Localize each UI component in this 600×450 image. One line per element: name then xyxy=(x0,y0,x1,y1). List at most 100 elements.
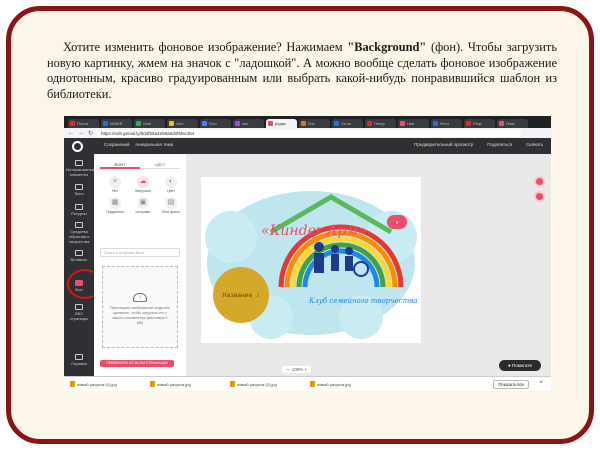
rail-icon xyxy=(75,184,83,190)
browser-tab[interactable]: Онла xyxy=(332,119,363,128)
add-page-icon[interactable] xyxy=(534,176,545,187)
browser-tab[interactable]: Почта xyxy=(68,119,99,128)
browser-tabbar: Почта МАЖЕ Web Gen Gоо ww редак Win Онла Генер Нов… xyxy=(64,116,551,128)
help-rail-label: Справка xyxy=(71,361,87,366)
browser-tab[interactable]: редак xyxy=(266,119,297,128)
show-all-button[interactable]: Показать все xyxy=(493,380,529,389)
tab-favicon-icon xyxy=(103,121,108,126)
browser-tab-label: Генер xyxy=(374,121,385,126)
rail-label: Средства обучения и творчества xyxy=(68,229,90,244)
browser-tab-label: Gen xyxy=(176,121,184,126)
browser-tab[interactable]: Win xyxy=(299,119,330,128)
download-item[interactable]: новый рисунок.jpg xyxy=(310,381,382,387)
background-option-label: Мои фоны xyxy=(162,210,180,214)
rail-label: Вставить xyxy=(70,257,88,262)
rail-label: Текст xyxy=(73,191,85,196)
tab-favicon-icon xyxy=(466,121,471,126)
browser-tab[interactable]: Генер xyxy=(365,119,396,128)
download-button[interactable]: Скачать xyxy=(526,142,543,147)
browser-tab[interactable]: Web xyxy=(134,119,165,128)
background-option[interactable]: ◐ Цвет xyxy=(158,176,184,193)
rail-item[interactable]: ВКЛ страницы xyxy=(66,304,92,321)
tab-color[interactable]: ЦВЕТ xyxy=(140,160,180,169)
help-button[interactable]: ● Помогите xyxy=(499,360,541,371)
help-rail-item[interactable]: Справка xyxy=(66,354,92,366)
background-options: × Нет ☁ Загрузить ◐ Цвет ▦ Градиенты ▣ Unsplash ▤ М… xyxy=(102,176,182,214)
saved-status: Сохранений xyxy=(104,142,130,147)
background-option-label: Нет xyxy=(111,189,119,193)
browser-tab-label: ww xyxy=(242,121,248,126)
file-icon xyxy=(310,381,315,387)
rail-item[interactable]: Текст xyxy=(66,184,92,196)
browser-tab-label: Почта xyxy=(77,121,89,126)
tab-favicon-icon xyxy=(433,121,438,126)
help-icon xyxy=(75,354,83,360)
download-item[interactable]: новый рисунок (2).jpg xyxy=(230,381,302,387)
background-option[interactable]: ▦ Градиенты xyxy=(102,197,128,214)
back-icon[interactable]: ← xyxy=(68,130,74,136)
background-option-icon: ▤ xyxy=(165,197,177,209)
canvas-area: › «Кинder Арм» Клуб семейного творчества… xyxy=(186,154,551,376)
download-item[interactable]: новый рисунок.jpg xyxy=(150,381,222,387)
browser-tab-label: Фото xyxy=(440,121,450,126)
background-option-label: Unsplash xyxy=(135,210,151,214)
browser-tab[interactable]: ww xyxy=(233,119,264,128)
tab-favicon-icon xyxy=(70,121,75,126)
background-option[interactable]: ▣ Unsplash xyxy=(130,197,156,214)
document-title[interactable]: генеральная тема xyxy=(135,142,173,147)
browser-tab-label: Нов xyxy=(407,121,415,126)
background-option-icon: ▦ xyxy=(109,197,121,209)
background-option[interactable]: ▤ Мои фоны xyxy=(158,197,184,214)
file-icon xyxy=(70,381,75,387)
slide-subtitle: Клуб семейного творчества xyxy=(308,297,417,305)
rail-icon xyxy=(75,222,83,228)
genially-logo-icon[interactable] xyxy=(72,141,83,152)
reload-icon[interactable]: ↻ xyxy=(88,130,93,137)
browser-tab[interactable]: Разр xyxy=(464,119,495,128)
tab-favicon-icon xyxy=(334,121,339,126)
rail-item[interactable]: Вставить xyxy=(66,250,92,262)
svg-text:›: › xyxy=(395,218,399,228)
upload-dropzone[interactable]: ↑ Перетащите изображение сюда или щелкни… xyxy=(102,266,178,348)
rail-item[interactable]: Интерактивные элементы xyxy=(66,160,95,177)
file-icon xyxy=(230,381,235,387)
tab-favicon-icon xyxy=(136,121,141,126)
rail-icon xyxy=(75,204,83,210)
browser-tab[interactable]: Фото xyxy=(431,119,462,128)
page-options-icon[interactable] xyxy=(534,191,545,202)
slide-artwork: › «Кинder Арм» Клуб семейного творчества… xyxy=(205,191,417,339)
slide-canvas[interactable]: › «Кинder Арм» Клуб семейного творчества… xyxy=(201,177,421,343)
share-button[interactable]: Поделиться xyxy=(487,142,512,147)
tab-favicon-icon xyxy=(367,121,372,126)
background-option[interactable]: ☁ Загрузить xyxy=(130,176,156,193)
url-field[interactable]: https://edit.genial.ly/5d4f56a4e56a6d0f5… xyxy=(97,129,521,137)
unsplash-search-input[interactable]: Поиск в Unsplash Фото xyxy=(100,248,180,257)
rail-icon xyxy=(75,304,83,310)
tab-image[interactable]: ФОНТ xyxy=(100,160,140,169)
apply-all-button[interactable]: ПРИМЕНИТЬ КО ВСЕМ СТРАНИЦАМ xyxy=(100,360,174,367)
browser-tab[interactable]: Ново xyxy=(497,119,528,128)
rail-label: Интерактивные элементы xyxy=(66,167,95,177)
browser-tab-label: МАЖЕ xyxy=(110,121,123,126)
background-option-label: Загрузить xyxy=(134,189,152,193)
zoom-control[interactable]: — 100% + xyxy=(282,366,312,373)
browser-tab-label: Gоо xyxy=(209,121,217,126)
preview-button[interactable]: Предварительный просмотр xyxy=(414,142,473,147)
browser-tab[interactable]: Gen xyxy=(167,119,198,128)
browser-tab-label: редак xyxy=(275,121,286,126)
side-actions xyxy=(534,176,545,206)
zoom-value: 100% xyxy=(291,367,304,372)
rail-label: ВКЛ страницы xyxy=(70,311,88,321)
background-option[interactable]: × Нет xyxy=(102,176,128,193)
app-header: Сохранений генеральная тема Предваритель… xyxy=(64,138,551,154)
forward-icon[interactable]: → xyxy=(78,130,84,136)
intro-paragraph: Хотите изменить фоновое изображение? Наж… xyxy=(47,40,557,102)
download-filename: новый рисунок.jpg xyxy=(157,381,191,387)
browser-tab[interactable]: МАЖЕ xyxy=(101,119,132,128)
download-item[interactable]: новый рисунок (1).jpg xyxy=(70,381,142,387)
rail-item[interactable]: Ресурсы xyxy=(66,204,92,216)
close-icon[interactable]: × xyxy=(539,380,543,386)
browser-tab[interactable]: Gоо xyxy=(200,119,231,128)
browser-tab[interactable]: Нов xyxy=(398,119,429,128)
rail-item[interactable]: Средства обучения и творчества xyxy=(66,222,92,244)
